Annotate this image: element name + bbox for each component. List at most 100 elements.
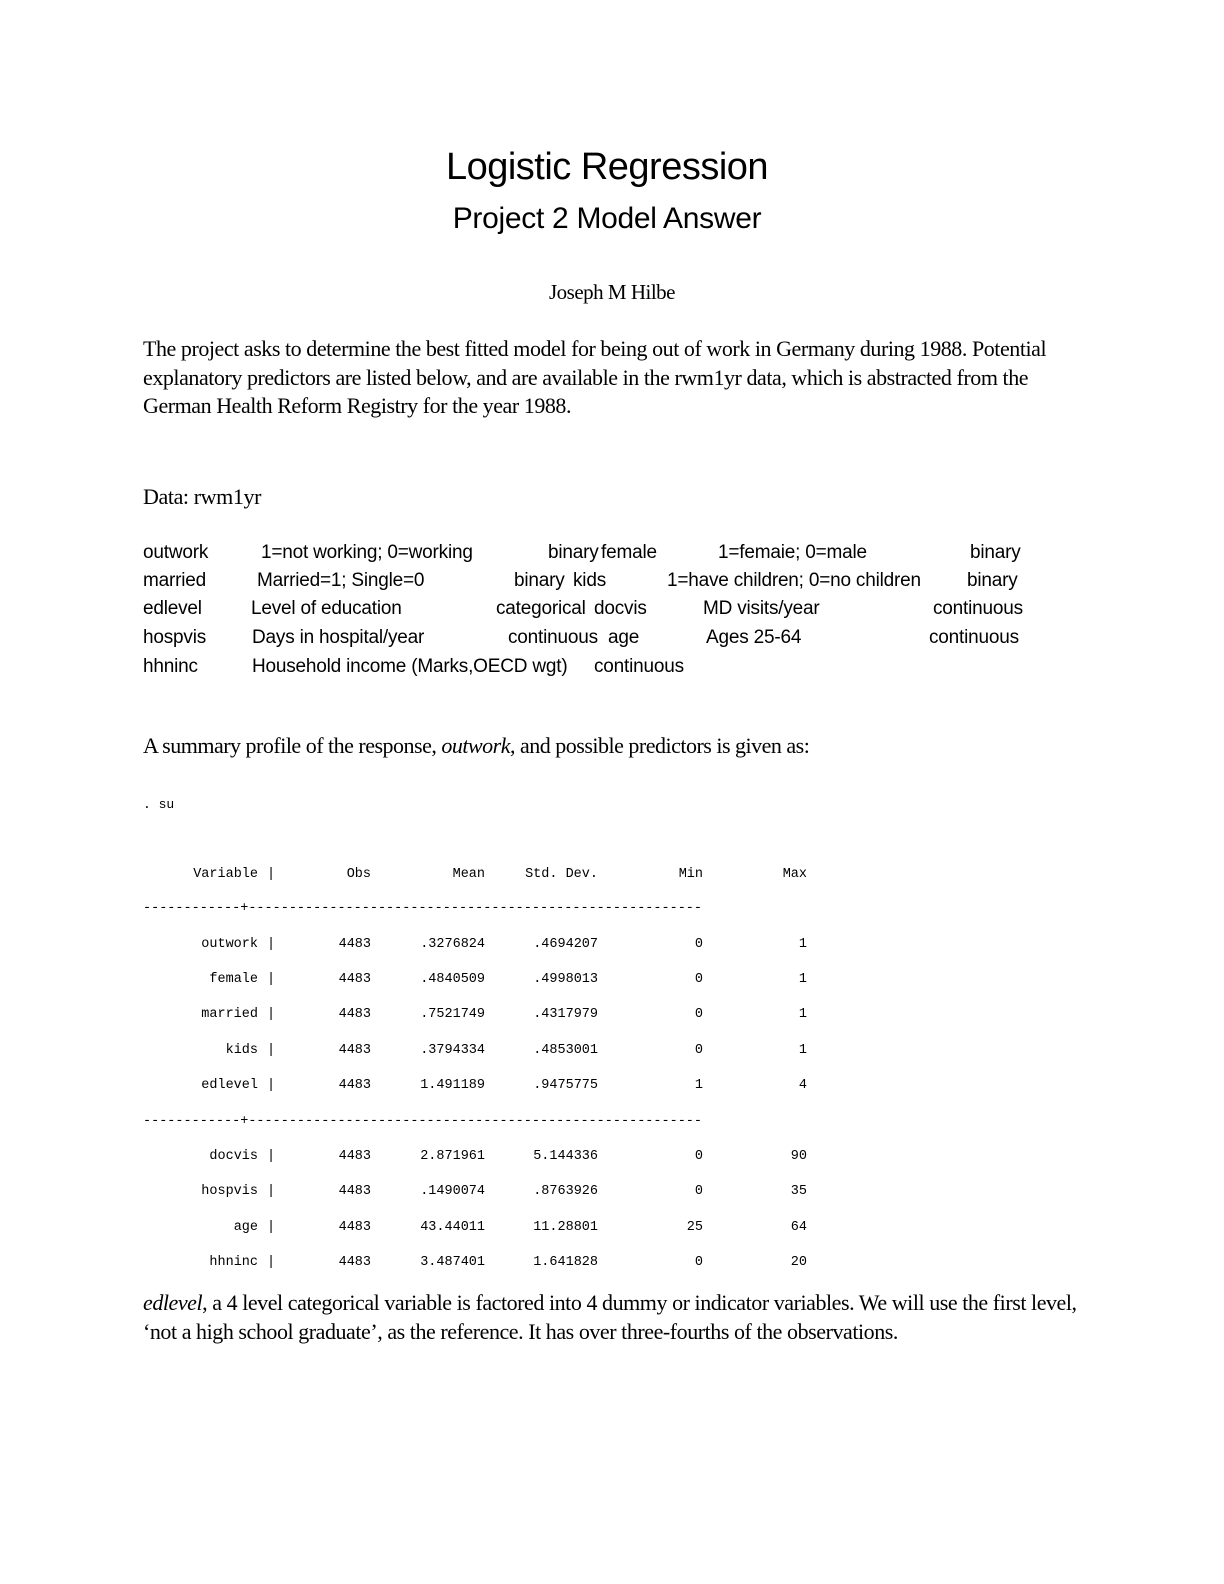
cell-variable: hhninc xyxy=(209,1254,258,1270)
variable-name: kids xyxy=(573,570,606,591)
closing-text: , a 4 level categorical variable is fact… xyxy=(143,1290,1077,1344)
column-separator: | xyxy=(267,1219,276,1235)
cell-min: 0 xyxy=(694,1184,703,1200)
cell-std-dev: 5.144336 xyxy=(533,1149,598,1165)
cell-max: 1 xyxy=(798,1042,807,1058)
variable-type: continuous xyxy=(933,598,1023,619)
cell-obs: 4483 xyxy=(338,1149,371,1165)
variable-description: Days in hospital/year xyxy=(252,627,425,648)
author-name: Joseph M Hilbe xyxy=(549,280,676,304)
cell-variable: edlevel xyxy=(201,1077,258,1093)
cell-std-dev: .9475775 xyxy=(533,1077,598,1093)
column-separator: | xyxy=(267,1184,276,1200)
data-label: Data: rwm1yr xyxy=(143,484,261,509)
column-separator: | xyxy=(267,1254,276,1270)
cell-min: 0 xyxy=(694,1042,703,1058)
cell-mean: 43.44011 xyxy=(420,1219,485,1235)
variable-type: categorical xyxy=(496,598,586,619)
cell-std-dev: .4998013 xyxy=(533,972,598,988)
table-divider: ------------+---------------------------… xyxy=(143,901,702,916)
cell-std-dev: 1.641828 xyxy=(533,1254,598,1270)
cell-max: 4 xyxy=(798,1077,807,1093)
variable-name: docvis xyxy=(594,598,647,619)
cell-min: 0 xyxy=(694,972,703,988)
closing-paragraph: edlevel, a 4 level categorical variable … xyxy=(143,1289,1083,1346)
variable-name: outwork xyxy=(143,542,209,563)
cell-std-dev: 11.28801 xyxy=(533,1219,598,1235)
cell-variable: kids xyxy=(225,1042,258,1058)
variable-type: continuous xyxy=(929,627,1019,648)
variable-name: edlevel xyxy=(143,598,202,619)
cell-mean: .3276824 xyxy=(420,937,485,952)
cell-obs: 4483 xyxy=(338,937,371,952)
variable-description: Level of education xyxy=(251,598,402,619)
column-separator: | xyxy=(267,1149,276,1165)
cell-min: 25 xyxy=(686,1219,703,1235)
cell-obs: 4483 xyxy=(338,1042,371,1058)
cell-mean: .1490074 xyxy=(420,1184,485,1200)
cell-min: 0 xyxy=(694,937,703,952)
summary-intro-emphasis: outwork xyxy=(441,733,510,758)
cell-mean: 1.491189 xyxy=(420,1077,485,1093)
variable-name: female xyxy=(601,542,657,563)
cell-std-dev: .8763926 xyxy=(533,1184,598,1200)
variable-type: binary xyxy=(514,570,565,591)
cell-obs: 4483 xyxy=(338,1184,371,1200)
cell-std-dev: .4694207 xyxy=(533,937,598,952)
header-std-dev: Std. Dev. xyxy=(525,867,598,882)
header-min: Min xyxy=(678,867,703,882)
variable-type: continuous xyxy=(508,627,598,648)
table-divider: ------------+---------------------------… xyxy=(143,1114,702,1129)
variable-type: binary xyxy=(967,570,1018,591)
cell-max: 35 xyxy=(790,1184,807,1200)
cell-variable: female xyxy=(209,972,258,988)
cell-variable: hospvis xyxy=(201,1184,258,1200)
variable-description: Household income (Marks,OECD wgt) xyxy=(252,656,568,677)
variable-description: Ages 25-64 xyxy=(706,627,802,648)
cell-min: 0 xyxy=(694,1007,703,1023)
cell-max: 64 xyxy=(790,1219,807,1235)
cell-obs: 4483 xyxy=(338,1007,371,1023)
cell-std-dev: .4317979 xyxy=(533,1007,598,1023)
cell-obs: 4483 xyxy=(338,972,371,988)
variable-description: 1=femaie; 0=male xyxy=(718,542,867,563)
cell-obs: 4483 xyxy=(338,1077,371,1093)
variable-description: 1=not working; 0=working xyxy=(261,542,473,563)
cell-variable: married xyxy=(201,1007,258,1023)
document-subtitle: Project 2 Model Answer xyxy=(452,202,762,235)
cell-max: 1 xyxy=(798,1007,807,1023)
cell-mean: .7521749 xyxy=(420,1007,485,1023)
summary-intro: A summary profile of the response, outwo… xyxy=(143,733,810,759)
summary-intro-before: A summary profile of the response, xyxy=(143,733,442,758)
cell-variable: docvis xyxy=(209,1149,258,1165)
cell-max: 1 xyxy=(798,937,807,952)
variable-description: Married=1; Single=0 xyxy=(257,570,425,591)
variable-name: hhninc xyxy=(143,656,198,677)
variable-name: hospvis xyxy=(143,627,207,648)
cell-max: 90 xyxy=(790,1149,807,1165)
divider-segment: ----------------------------------------… xyxy=(248,901,703,916)
variable-type: binary xyxy=(548,542,599,563)
column-separator: | xyxy=(267,972,276,988)
closing-emphasis: edlevel xyxy=(143,1290,203,1315)
divider-segment: ------------ xyxy=(143,1114,241,1130)
variable-name: married xyxy=(143,570,207,591)
column-separator: | xyxy=(267,1007,276,1023)
cell-variable: age xyxy=(233,1219,258,1235)
cell-mean: 3.487401 xyxy=(420,1254,485,1270)
header-max: Max xyxy=(782,867,807,882)
column-separator: | xyxy=(267,867,276,882)
variable-type: binary xyxy=(970,542,1021,563)
variable-name: age xyxy=(608,627,640,648)
cell-obs: 4483 xyxy=(338,1219,371,1235)
column-separator: | xyxy=(267,937,276,952)
cell-variable: outwork xyxy=(201,937,258,952)
stata-command: . su xyxy=(143,797,175,812)
cell-mean: .4840509 xyxy=(420,972,485,988)
column-separator: | xyxy=(267,1077,276,1093)
intro-paragraph: The project asks to determine the best f… xyxy=(143,336,1047,418)
column-separator: | xyxy=(267,1042,276,1058)
cell-obs: 4483 xyxy=(338,1254,371,1270)
header-mean: Mean xyxy=(452,867,485,882)
cell-std-dev: .4853001 xyxy=(533,1042,598,1058)
